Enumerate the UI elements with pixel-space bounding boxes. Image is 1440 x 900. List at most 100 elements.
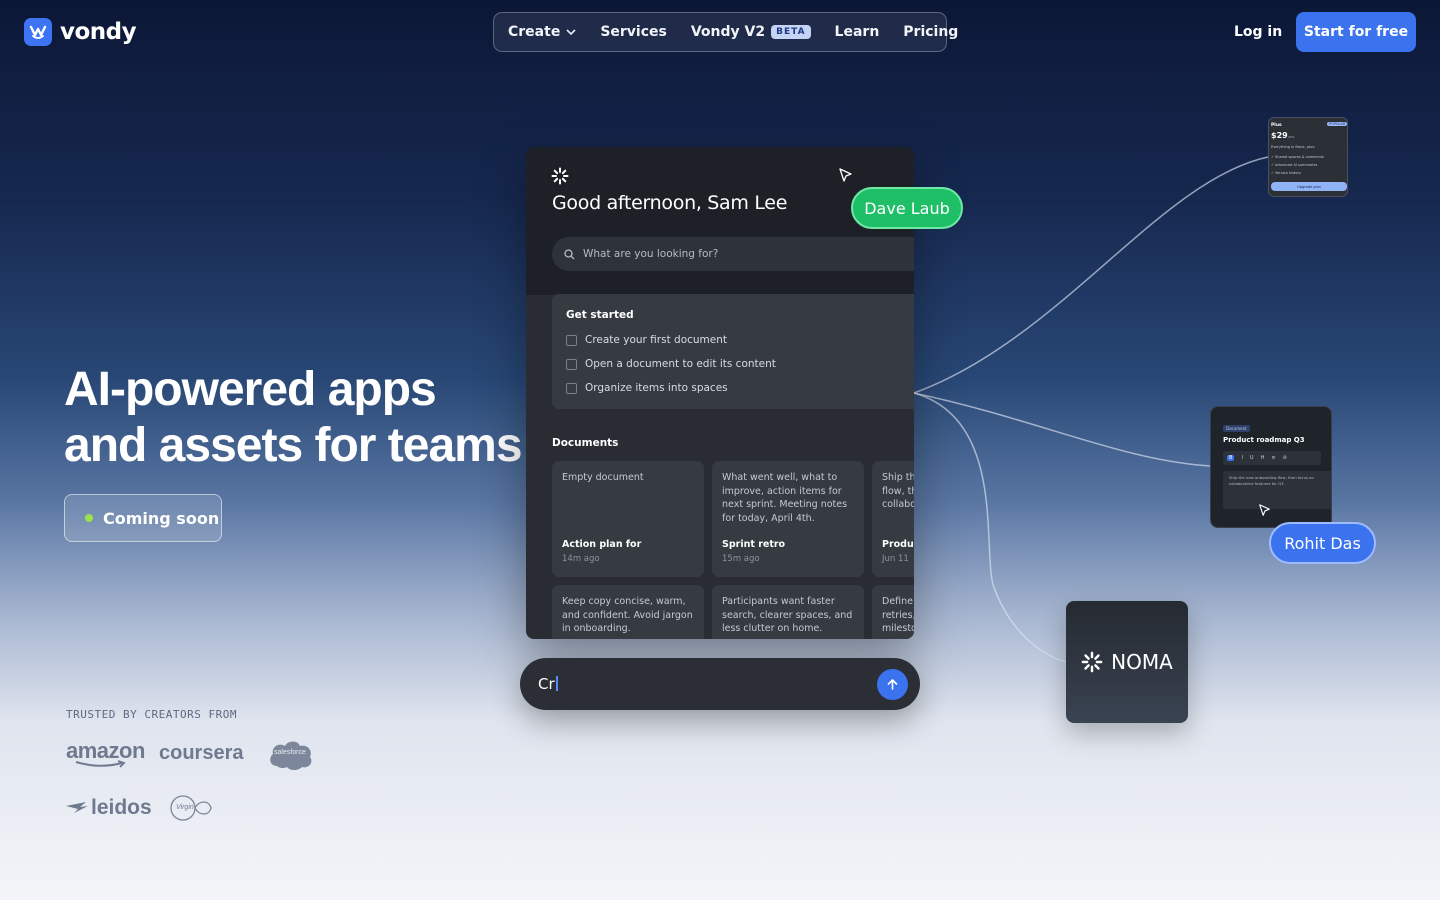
prompt-input[interactable]: Cr <box>520 658 920 710</box>
virgin-logo-text: Virgin <box>176 804 194 811</box>
virgin-logo: Virgin <box>169 794 215 822</box>
logo-text: vondy <box>60 19 137 45</box>
get-started-title: Get started <box>566 309 634 321</box>
checklist-item-label: Open a document to edit its content <box>585 358 776 370</box>
document-title: Product roadmap Q3 <box>1223 436 1305 444</box>
checklist-item[interactable]: Open a document to edit its content <box>566 358 776 370</box>
heading-button[interactable]: H <box>1261 455 1265 461</box>
document-card[interactable]: Empty document Action plan for 14m ago <box>552 461 704 577</box>
document-card-text: Keep copy concise, warm, and confident. … <box>562 596 693 634</box>
arrow-up-icon <box>887 679 898 690</box>
hero-title-line2: and assets for teams <box>64 419 523 472</box>
amazon-logo: amazon <box>66 738 145 768</box>
document-card-text: Empty document <box>562 472 644 483</box>
nav-learn[interactable]: Learn <box>835 24 880 40</box>
document-card-time: Jun 11 <box>882 554 909 564</box>
plan-feature-text: Advanced AI summaries <box>1275 163 1318 167</box>
plan-name: Plus <box>1271 123 1282 128</box>
noma-label: NOMA <box>1111 650 1173 674</box>
checkbox-icon[interactable] <box>566 358 577 370</box>
checklist-item[interactable]: Create your first document <box>566 334 727 346</box>
plan-feature-text: Shared spaces & comments <box>1275 155 1324 159</box>
leidos-mark-icon <box>66 802 88 813</box>
chevron-down-icon <box>566 28 576 35</box>
underline-button[interactable]: U <box>1250 455 1254 461</box>
trusted-label: TRUSTED BY CREATORS FROM <box>66 708 237 721</box>
plan-period: /mo <box>1287 135 1295 139</box>
start-free-button[interactable]: Start for free <box>1296 12 1416 52</box>
document-card-text: Define retries, milesto <box>882 596 914 634</box>
noma-card: NOMA <box>1066 601 1188 723</box>
collaborator-tag-rohit: Rohit Das <box>1269 522 1376 564</box>
nav-pricing-label: Pricing <box>903 24 959 40</box>
document-card[interactable]: What went well, what to improve, action … <box>712 461 864 577</box>
plan-features: ✓ Shared spaces & comments ✓ Advanced AI… <box>1271 153 1324 177</box>
leidos-logo-text: leidos <box>91 796 152 819</box>
collaborator-tag-dave: Dave Laub <box>851 187 963 229</box>
nav-vondy-v2[interactable]: Vondy V2 BETA <box>691 24 811 40</box>
leidos-logo: leidos <box>66 796 152 820</box>
bold-button[interactable]: B <box>1227 455 1235 461</box>
hero-title-line1: AI-powered apps <box>64 363 437 416</box>
document-card-time: 14m ago <box>562 554 600 564</box>
document-card-title: Sprint retro <box>722 539 786 550</box>
document-card-time: 15m ago <box>722 554 760 564</box>
document-card-text: Ship th flow, th collabo <box>882 472 914 510</box>
checklist-item-label: Organize items into spaces <box>585 382 728 394</box>
login-link[interactable]: Log in <box>1234 24 1282 40</box>
coming-soon-button[interactable]: Coming soon <box>64 494 222 542</box>
documents-title: Documents <box>552 437 619 449</box>
document-card-text: What went well, what to improve, action … <box>722 472 848 524</box>
status-dot-icon <box>85 514 93 522</box>
italic-button[interactable]: I <box>1241 455 1242 461</box>
checklist-item-label: Create your first document <box>585 334 728 346</box>
editor-toolbar: B I U H ≡ ⊘ <box>1223 451 1321 465</box>
plan-feature: ✓ Advanced AI summaries <box>1271 163 1318 167</box>
document-card-title: Action plan for <box>562 539 642 550</box>
document-body: Ship the new onboarding flow, then focus… <box>1223 471 1331 509</box>
logo-icon <box>24 18 52 46</box>
search-icon <box>564 248 575 259</box>
list-button[interactable]: ≡ <box>1271 455 1275 461</box>
upgrade-plan-button[interactable]: Upgrade plan <box>1271 182 1347 191</box>
nav-services[interactable]: Services <box>600 24 667 40</box>
nav-pricing[interactable]: Pricing <box>903 24 958 40</box>
plan-tagline: Everything in Basic, plus: <box>1271 145 1316 149</box>
document-preview-card: Document Product roadmap Q3 B I U H ≡ ⊘ … <box>1210 406 1332 528</box>
document-card[interactable]: Participants want faster search, clearer… <box>712 585 864 639</box>
document-card[interactable]: Ship th flow, th collabo Produc Jun 11 <box>872 461 914 577</box>
plan-feature: ✓ Shared spaces & comments <box>1271 155 1324 159</box>
text-caret <box>555 676 558 691</box>
cursor-icon <box>1259 504 1270 516</box>
document-badge: Document <box>1223 425 1250 432</box>
app-search-input[interactable]: What are you looking for? <box>552 237 914 271</box>
document-card[interactable]: Define retries, milesto <box>872 585 914 639</box>
noma-spark-icon <box>551 167 569 185</box>
plan-feature: ✓ Version history <box>1271 171 1302 175</box>
nav-vondy-v2-label: Vondy V2 <box>690 24 766 40</box>
link-button[interactable]: ⊘ <box>1283 455 1287 461</box>
cursor-icon <box>839 168 852 182</box>
coming-soon-label: Coming soon <box>103 508 220 528</box>
document-card[interactable]: Keep copy concise, warm, and confident. … <box>552 585 704 639</box>
coursera-logo-text: coursera <box>159 742 244 764</box>
plan-price: $29 <box>1271 131 1288 140</box>
nav-services-label: Services <box>600 24 667 40</box>
nav-create[interactable]: Create <box>508 24 576 40</box>
checkbox-icon[interactable] <box>566 334 577 346</box>
hero-title: AI-powered apps and assets for teams <box>64 362 534 474</box>
prompt-value: Cr <box>538 675 555 693</box>
document-card-title: Produc <box>882 539 914 550</box>
main-nav: Create Services Vondy V2 BETA Learn Pric… <box>493 12 958 52</box>
checklist-item[interactable]: Organize items into spaces <box>566 382 728 394</box>
send-button[interactable] <box>877 669 908 700</box>
checkbox-icon[interactable] <box>566 382 577 394</box>
nav-create-label: Create <box>508 24 561 40</box>
noma-spark-icon <box>1081 651 1103 673</box>
pricing-preview-card: Plus POPULAR $29/mo Everything in Basic,… <box>1268 117 1348 197</box>
salesforce-logo: salesforce <box>267 738 314 771</box>
greeting: Good afternoon, Sam Lee <box>552 192 788 214</box>
salesforce-logo-text: salesforce <box>274 749 306 756</box>
logo[interactable]: vondy <box>24 18 137 46</box>
get-started-panel: Get started Create your first document O… <box>552 294 914 409</box>
